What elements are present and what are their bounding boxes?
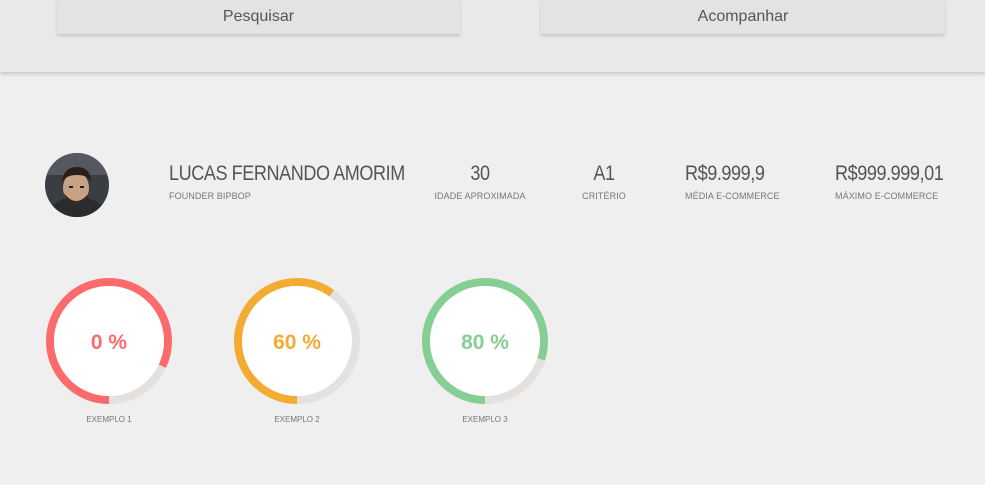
gauge-1: 0 % EXEMPLO 1: [44, 276, 174, 424]
search-button[interactable]: Pesquisar: [57, 0, 460, 34]
avg-ecommerce-label: MÉDIA E-COMMERCE: [685, 191, 780, 201]
gauge-2-label: EXEMPLO 2: [274, 415, 320, 424]
max-ecommerce-value: R$999.999,01: [835, 162, 944, 185]
profile-avatar: [45, 153, 109, 217]
gauge-percent-text: 60 %: [273, 331, 321, 354]
avatar-image: [45, 153, 109, 217]
criteria-value: A1: [593, 162, 615, 185]
max-ecommerce-label: MÁXIMO E-COMMERCE: [835, 191, 939, 201]
gauge-percent-text: 0 %: [91, 331, 128, 354]
profile-role: FOUNDER BIPBOP: [169, 191, 251, 201]
avg-ecommerce-block: R$9.999,9 MÉDIA E-COMMERCE: [685, 162, 780, 201]
gauge-2: 60 % EXEMPLO 2: [232, 276, 362, 424]
gauge-3-label: EXEMPLO 3: [462, 415, 508, 424]
top-toolbar: Pesquisar Acompanhar: [0, 0, 985, 72]
max-ecommerce-block: R$999.999,01 MÁXIMO E-COMMERCE: [835, 162, 961, 201]
age-value: 30: [470, 162, 490, 185]
gauge-1-label: EXEMPLO 1: [86, 415, 132, 424]
follow-button[interactable]: Acompanhar: [541, 0, 945, 34]
profile-name: LUCAS FERNANDO AMORIM: [169, 162, 405, 185]
age-block: 30 IDADE APROXIMADA: [425, 162, 535, 201]
age-label: IDADE APROXIMADA: [434, 191, 526, 201]
gauge-2-ring: 60 %: [234, 278, 360, 404]
criteria-label: CRITÉRIO: [582, 191, 626, 201]
gauge-1-ring: 0 %: [46, 278, 172, 404]
avg-ecommerce-value: R$9.999,9: [685, 162, 765, 185]
gauge-3: 80 % EXEMPLO 3: [420, 276, 550, 424]
gauge-3-ring: 80 %: [422, 278, 548, 404]
criteria-block: A1 CRITÉRIO: [569, 162, 639, 201]
profile-name-block: LUCAS FERNANDO AMORIM FOUNDER BIPBOP: [169, 162, 443, 201]
gauge-percent-text: 80 %: [461, 331, 509, 354]
